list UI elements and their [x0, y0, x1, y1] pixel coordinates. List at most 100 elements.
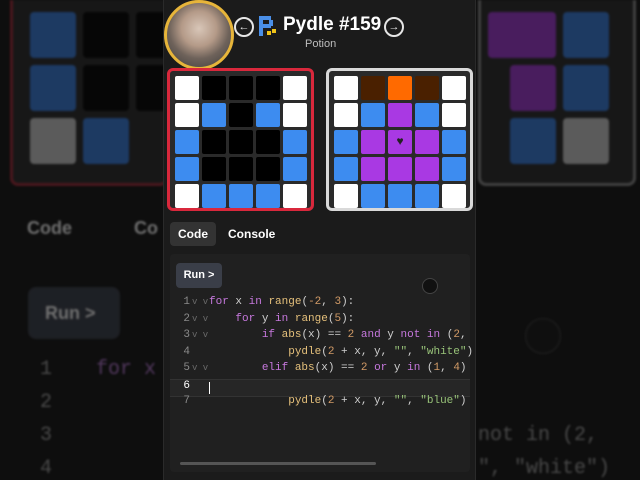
- grid-cell: [202, 103, 226, 127]
- code-editor[interactable]: Run > 1v v for x in range(-2, 3): 2 v v for…: [170, 254, 474, 472]
- grid-cell: [283, 103, 307, 127]
- bg-run-label: Run >: [45, 303, 96, 323]
- bg-code-fragment: not in (2,: [478, 424, 599, 447]
- grid-cell: [361, 76, 385, 100]
- bg-line-number: 1: [40, 358, 53, 381]
- grid-cell: [442, 130, 466, 154]
- horizontal-scrollbar[interactable]: [180, 462, 376, 465]
- grid-cell: [334, 184, 358, 208]
- grid-cell: [256, 130, 280, 154]
- bg-console-tab: Co: [134, 218, 158, 238]
- bg-cell: [510, 118, 556, 164]
- code-line[interactable]: 7 pydle(2 + x, y, "", "blue"): [170, 395, 470, 411]
- arrow-left-circle-icon[interactable]: ←: [234, 17, 254, 37]
- line-number: 4: [183, 345, 190, 358]
- grid-cell: [202, 157, 226, 181]
- bg-cell: [30, 65, 76, 111]
- grid-cell: [334, 76, 358, 100]
- grid-cell: [256, 184, 280, 208]
- grid-cell: [175, 130, 199, 154]
- bg-code-fragment: ", "white"): [478, 457, 611, 480]
- grid-cell: [415, 103, 439, 127]
- grid-cell: [229, 184, 253, 208]
- grid-cell: [256, 157, 280, 181]
- grid-cell: [229, 130, 253, 154]
- bg-code-fragment: for x: [96, 358, 157, 381]
- fold-chevron-icon[interactable]: v v: [192, 363, 208, 373]
- grid-cell: ♥: [388, 130, 412, 154]
- bg-line-number: 2: [40, 391, 53, 414]
- grid-cell: [361, 103, 385, 127]
- code-line[interactable]: 2v v for y in range(5):: [170, 313, 470, 329]
- grid-cell: [202, 130, 226, 154]
- grid-cell: [256, 103, 280, 127]
- code-line[interactable]: 1v v for x in range(-2, 3):: [170, 296, 470, 312]
- grid-cell: [229, 103, 253, 127]
- grid-cell: [334, 157, 358, 181]
- header: ← Pydle #159 → Potion: [164, 0, 475, 70]
- fold-chevron-icon[interactable]: v v: [192, 297, 208, 307]
- grid-cell: [175, 103, 199, 127]
- fold-chevron-icon[interactable]: v v: [192, 314, 208, 324]
- heart-icon: ♥: [396, 134, 404, 148]
- grid-cell: [415, 76, 439, 100]
- code-text: pydle(2 + x, y, "", "blue"): [288, 395, 467, 407]
- grid-cell: [388, 184, 412, 208]
- grid-cell: [388, 157, 412, 181]
- avatar: [164, 0, 234, 70]
- bg-cell: [510, 12, 556, 58]
- grid-cell: [283, 130, 307, 154]
- bg-cell: [563, 65, 609, 111]
- app-window: ← Pydle #159 → Potion ♥ Code Console Run…: [163, 0, 476, 480]
- status-dot: [422, 278, 438, 294]
- arrow-right-circle-icon[interactable]: →: [384, 17, 404, 37]
- grid-cell: [415, 157, 439, 181]
- grid-cell: [334, 130, 358, 154]
- tab-console[interactable]: Console: [220, 222, 283, 246]
- bg-line-number: 4: [40, 457, 53, 480]
- puzzle-name: Potion: [305, 38, 337, 50]
- grid-cell: [442, 157, 466, 181]
- bg-dot: [525, 318, 561, 354]
- line-number: 7: [183, 395, 190, 407]
- grid-cell: [442, 103, 466, 127]
- grid-cell: [175, 76, 199, 100]
- current-board: ♥: [326, 68, 473, 211]
- grid-cell: [202, 76, 226, 100]
- code-text: elif abs(x) == 2 or y in (1, 4): [261, 362, 467, 374]
- code-line[interactable]: 4 pydle(2 + x, y, "", "white"): [170, 345, 474, 362]
- code-line[interactable]: 5v v elif abs(x) == 2 or y in (1, 4): [170, 362, 470, 378]
- code-line[interactable]: 6: [170, 378, 470, 397]
- code-text: pydle(2 + x, y, "", "white"): [288, 345, 474, 358]
- grid-cell: [388, 76, 412, 100]
- fold-chevron-icon[interactable]: v v: [192, 330, 208, 340]
- tab-code[interactable]: Code: [170, 222, 216, 246]
- grid-cell: [283, 184, 307, 208]
- grid-cell: [415, 184, 439, 208]
- grid-cell: [283, 76, 307, 100]
- run-button[interactable]: Run >: [176, 263, 222, 288]
- code-text: for x in range(-2, 3):: [209, 296, 355, 308]
- line-number: 5: [183, 362, 190, 374]
- target-board: [167, 68, 314, 211]
- bg-cell: [30, 12, 76, 58]
- grid-cell: [229, 157, 253, 181]
- line-number: 3: [183, 329, 190, 341]
- bg-cell: [83, 118, 129, 164]
- code-line[interactable]: 3v v if abs(x) == 2 and y not in (2,: [170, 329, 470, 345]
- grid-cell: [361, 130, 385, 154]
- grid-cell: [388, 103, 412, 127]
- line-number: 2: [183, 312, 190, 325]
- grid-cell: [442, 184, 466, 208]
- grid-cell: [229, 76, 253, 100]
- bg-cell: [83, 12, 129, 58]
- code-text: if abs(x) == 2 and y not in (2,: [261, 329, 467, 341]
- text-cursor: [209, 381, 210, 394]
- grid-cell: [175, 184, 199, 208]
- bg-cell: [563, 118, 609, 164]
- pydle-logo-icon: [259, 16, 276, 36]
- code-text: for y in range(5):: [235, 312, 355, 325]
- bg-cell: [510, 65, 556, 111]
- grid-cell: [334, 103, 358, 127]
- current-grid: ♥: [334, 76, 466, 208]
